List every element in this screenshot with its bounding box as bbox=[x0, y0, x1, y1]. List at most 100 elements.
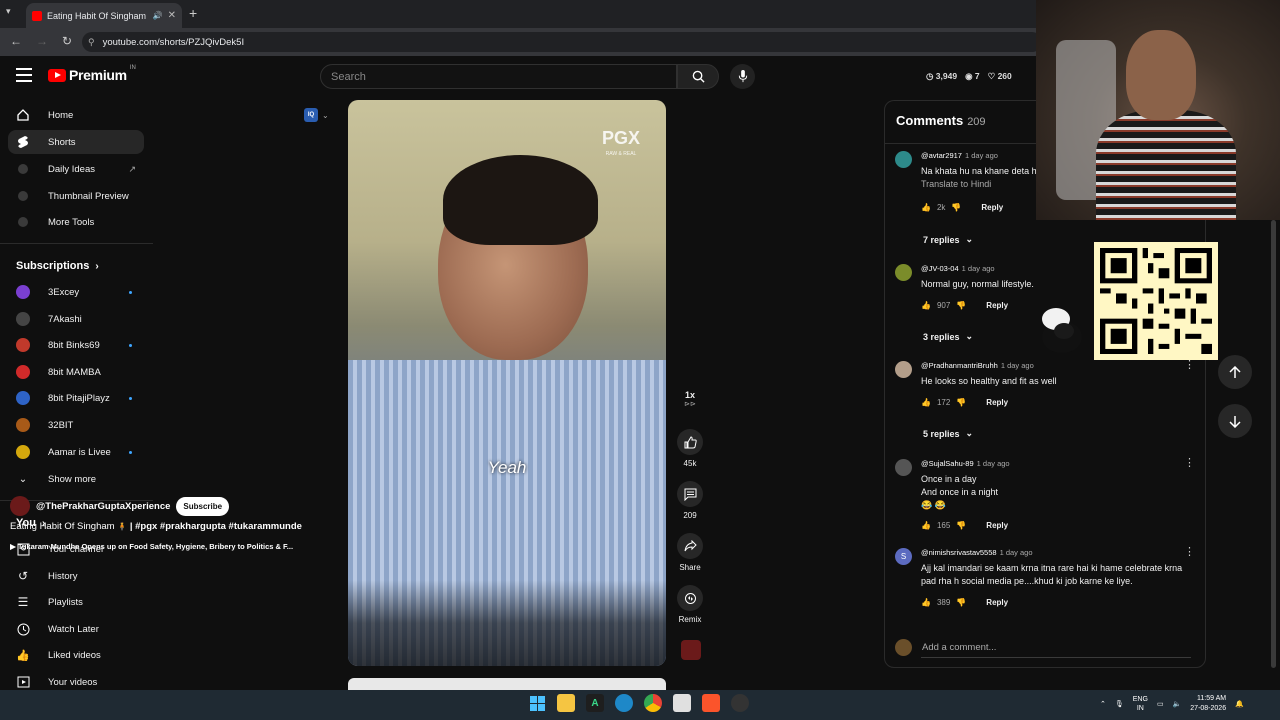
subscribe-button[interactable]: Subscribe bbox=[176, 496, 230, 516]
dislike-icon[interactable]: 👎 bbox=[956, 598, 966, 607]
like-icon[interactable]: 👍 bbox=[921, 203, 931, 212]
terminal-app-icon[interactable]: A bbox=[586, 694, 604, 712]
previous-short-button[interactable] bbox=[1218, 355, 1252, 389]
comment-time[interactable]: 1 day ago bbox=[977, 459, 1010, 468]
obs-icon[interactable] bbox=[731, 694, 749, 712]
dislike-icon[interactable]: 👎 bbox=[956, 521, 966, 530]
show-more-button[interactable]: ⌄ Show more bbox=[8, 467, 144, 491]
sidebar-subscription-item[interactable]: 8bit PitajiPlayz bbox=[8, 386, 144, 410]
channel-avatar[interactable] bbox=[10, 496, 30, 516]
more-options-icon[interactable]: ⋮ bbox=[1184, 458, 1195, 469]
sidebar-item-daily-ideas[interactable]: Daily Ideas ↗ bbox=[8, 157, 144, 181]
reply-button[interactable]: Reply bbox=[986, 398, 1008, 407]
back-button[interactable]: ← bbox=[10, 34, 22, 48]
comment-avatar[interactable] bbox=[895, 361, 912, 378]
subscriptions-header[interactable]: Subscriptions › bbox=[16, 260, 99, 272]
tab-close-icon[interactable]: ✕ bbox=[168, 10, 176, 21]
new-tab-button[interactable]: + bbox=[189, 5, 197, 21]
edge-browser-icon[interactable] bbox=[615, 694, 633, 712]
remix-button[interactable]: Remix bbox=[676, 585, 704, 624]
comment-time[interactable]: 1 day ago bbox=[965, 151, 998, 160]
sidebar-item-thumbnail-preview[interactable]: Thumbnail Preview bbox=[8, 184, 144, 208]
dislike-icon[interactable]: 👎 bbox=[956, 301, 966, 310]
view-replies-button[interactable]: 5 replies ⌄ bbox=[923, 428, 973, 439]
windows-start-icon[interactable] bbox=[528, 694, 546, 712]
sidebar-item-more-tools[interactable]: More Tools bbox=[8, 210, 144, 234]
reply-button[interactable]: Reply bbox=[986, 521, 1008, 530]
playback-speed-button[interactable]: 1x ⊳⊳ bbox=[676, 390, 704, 408]
sidebar-item-shorts[interactable]: Shorts bbox=[8, 130, 144, 154]
sidebar-subscription-item[interactable]: 8bit MAMBA bbox=[8, 360, 144, 384]
comment-author[interactable]: @avtar2917 bbox=[921, 151, 962, 160]
reply-button[interactable]: Reply bbox=[986, 301, 1008, 310]
browser-tab[interactable]: Eating Habit Of Singham 🔊 ✕ bbox=[26, 3, 182, 28]
store-icon[interactable] bbox=[673, 694, 691, 712]
tray-overflow-icon[interactable]: ⌃ bbox=[1100, 700, 1106, 708]
reply-button[interactable]: Reply bbox=[986, 598, 1008, 607]
hamburger-menu-button[interactable] bbox=[16, 68, 32, 86]
sidebar-item-home[interactable]: Home bbox=[8, 103, 144, 127]
youtube-premium-logo[interactable]: Premium IN bbox=[48, 65, 136, 83]
network-icon[interactable]: ▭ bbox=[1157, 700, 1164, 708]
next-short-preview[interactable] bbox=[348, 678, 666, 690]
page-scrollbar[interactable] bbox=[1271, 220, 1276, 668]
channel-name[interactable]: @ThePrakharGuptaXperience bbox=[36, 501, 170, 512]
comments-button[interactable]: 209 bbox=[676, 481, 704, 520]
sidebar-item-history[interactable]: ↺ History bbox=[8, 564, 144, 588]
dislike-icon[interactable]: 👎 bbox=[951, 203, 961, 212]
shorts-video-player[interactable]: PGX RAW & REAL Yeah bbox=[348, 100, 666, 666]
sidebar-item-watch-later[interactable]: Watch Later bbox=[8, 617, 144, 641]
like-button[interactable]: 45k bbox=[676, 429, 704, 468]
system-clock[interactable]: 11:59 AM 27-08-2026 bbox=[1190, 694, 1226, 714]
comment-author[interactable]: @JV-03-04 bbox=[921, 264, 959, 273]
brave-browser-icon[interactable] bbox=[702, 694, 720, 712]
comment-time[interactable]: 1 day ago bbox=[1001, 361, 1034, 370]
add-comment-row[interactable]: Add a comment... bbox=[895, 639, 1191, 658]
video-hashtags[interactable]: | #pgx #prakhargupta #tukarammunde bbox=[130, 521, 302, 532]
like-icon[interactable]: 👍 bbox=[921, 398, 931, 407]
chrome-browser-icon[interactable] bbox=[644, 694, 662, 712]
sidebar-subscription-item[interactable]: 32BIT bbox=[8, 413, 144, 437]
microphone-tray-icon[interactable]: 🎙 bbox=[1115, 700, 1124, 708]
sidebar-subscription-item[interactable]: 8bit Binks69 bbox=[8, 333, 144, 357]
channel-row[interactable]: @ThePrakharGuptaXperience Subscribe bbox=[10, 496, 230, 516]
comment-avatar[interactable]: S bbox=[895, 548, 912, 565]
tab-search-icon[interactable]: ▾ bbox=[6, 6, 11, 17]
like-icon[interactable]: 👍 bbox=[921, 301, 931, 310]
comment-author[interactable]: @PradhanmantriBruhh bbox=[921, 361, 998, 370]
comment-avatar[interactable] bbox=[895, 459, 912, 476]
site-info-icon[interactable]: ⚲ bbox=[88, 37, 95, 48]
share-button[interactable]: Share bbox=[676, 533, 704, 572]
video-title[interactable]: Eating Habit Of Singham 🧍 | #pgx #prakha… bbox=[10, 521, 302, 532]
like-icon[interactable]: 👍 bbox=[921, 598, 931, 607]
view-replies-button[interactable]: 7 replies ⌄ bbox=[923, 234, 973, 245]
sidebar-subscription-item[interactable]: Aamar is Livee bbox=[8, 440, 144, 464]
language-indicator[interactable]: ENG IN bbox=[1133, 695, 1148, 713]
volume-icon[interactable]: 🔈 bbox=[1173, 700, 1182, 708]
like-icon[interactable]: 👍 bbox=[921, 521, 931, 530]
sidebar-subscription-item[interactable]: 3Excey bbox=[8, 280, 144, 304]
search-input[interactable]: Search bbox=[320, 64, 677, 89]
view-replies-button[interactable]: 3 replies ⌄ bbox=[923, 331, 973, 342]
sidebar-item-playlists[interactable]: ☰ Playlists bbox=[8, 590, 144, 614]
more-options-icon[interactable]: ⋮ bbox=[1184, 360, 1195, 371]
more-options-icon[interactable]: ⋮ bbox=[1184, 547, 1195, 558]
comment-avatar[interactable] bbox=[895, 264, 912, 281]
vidiq-badge[interactable]: IQ ⌄ bbox=[304, 108, 329, 122]
comment-avatar[interactable] bbox=[895, 151, 912, 168]
search-button[interactable] bbox=[677, 64, 719, 89]
add-comment-input[interactable]: Add a comment... bbox=[922, 642, 996, 653]
reply-button[interactable]: Reply bbox=[981, 203, 1003, 212]
reload-button[interactable]: ↻ bbox=[62, 34, 72, 48]
notification-icon[interactable]: 🔔 bbox=[1235, 700, 1244, 708]
sidebar-item-liked-videos[interactable]: 👍 Liked videos bbox=[8, 643, 144, 667]
forward-button[interactable]: → bbox=[36, 34, 48, 48]
audio-playing-icon[interactable]: 🔊 bbox=[153, 11, 163, 20]
next-short-button[interactable] bbox=[1218, 404, 1252, 438]
voice-search-button[interactable] bbox=[730, 64, 755, 89]
related-video-link[interactable]: ▶ Tukaram Mundhe Opens up on Food Safety… bbox=[10, 542, 308, 551]
comment-author[interactable]: @SujalSahu-89 bbox=[921, 459, 974, 468]
dislike-icon[interactable]: 👎 bbox=[956, 398, 966, 407]
address-bar[interactable]: ⚲ youtube.com/shorts/PZJQivDek5I bbox=[82, 32, 1042, 52]
comment-time[interactable]: 1 day ago bbox=[962, 264, 995, 273]
